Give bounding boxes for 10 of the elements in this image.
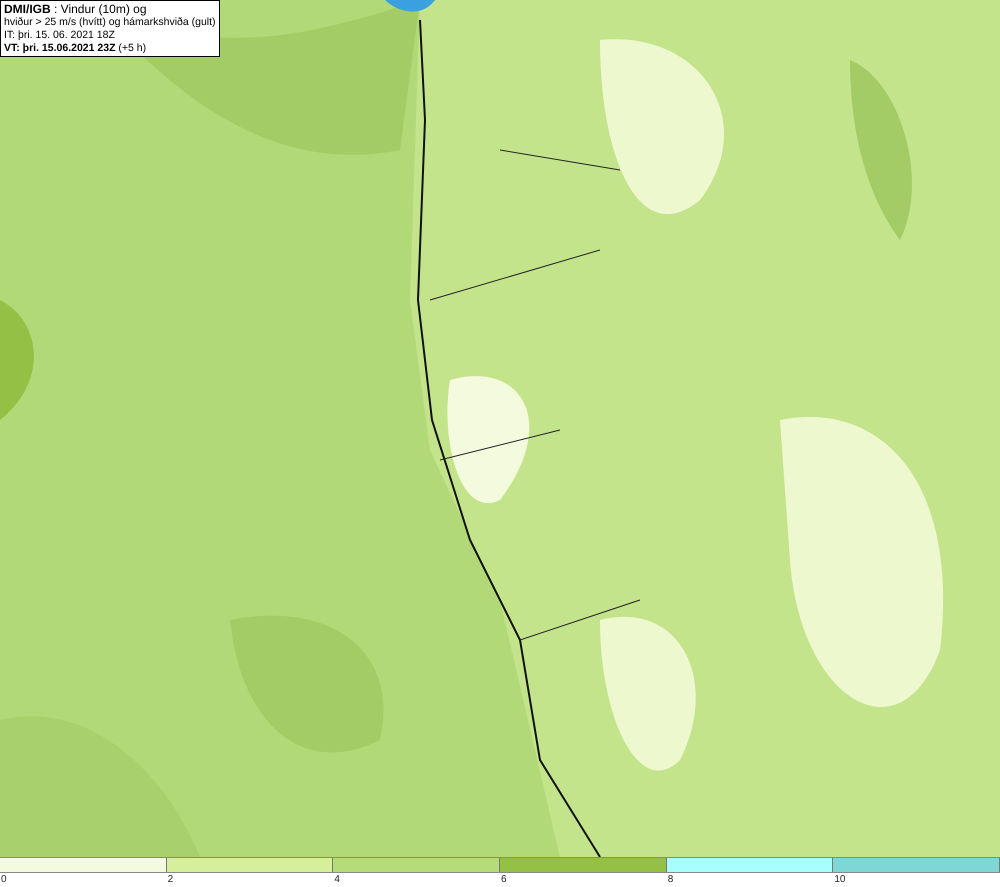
legend-label: 0 [1, 874, 7, 885]
legend-label: 10 [834, 874, 846, 885]
info-text: hviður > 25 m/s (hvítt) og hámarkshviða (gult) [4, 16, 216, 29]
info-text: DMI/IGB : Vindur (10m) og [4, 2, 148, 16]
legend-label: 2 [168, 874, 174, 885]
legend-label: 4 [334, 874, 340, 885]
info-text: VT: þri. 15.06.2021 23Z (+5 h) [4, 42, 148, 55]
info-text: IT: þri. 15. 06. 2021 18Z [4, 29, 116, 42]
legend-label: 6 [501, 874, 507, 885]
legend-label: 8 [668, 874, 674, 885]
